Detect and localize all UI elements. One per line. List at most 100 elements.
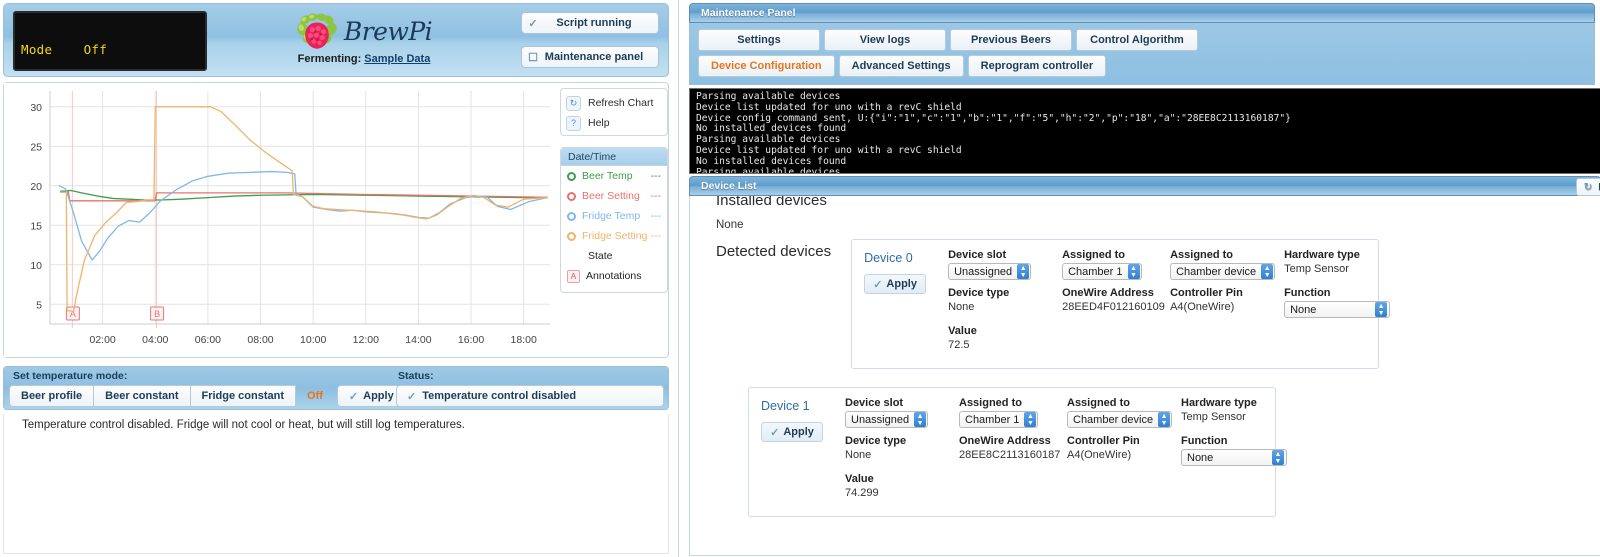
device-0-apply-button[interactable]: ✓ Apply [864,274,927,294]
device-1-hardware-label: Hardware type [1181,397,1257,409]
device-1-type-value: None [845,449,872,461]
device-1-type-cell: Device type None [845,435,959,466]
temperature-mode-buttons: Beer profile Beer constant Fridge consta… [9,385,406,407]
fermenting-label: Fermenting: [297,53,362,65]
log-console[interactable]: Parsing available devices Device list up… [689,88,1600,174]
device-1-apply-button[interactable]: ✓ Apply [761,422,823,442]
device-list-title-bar: Device List ↻ Refresh [689,176,1600,196]
fridge-setting-swatch-icon [567,231,576,241]
device-0-fields: Device slot Unassigned ▲ ▼ Assigned to C… [948,249,1396,358]
device-0-assigned1-cell: Assigned to Chamber 1 ▲ ▼ [1062,249,1170,280]
tab-view-logs[interactable]: View logs [824,29,946,51]
legend-value: --- [650,190,662,202]
svg-text:08:00: 08:00 [247,334,273,346]
device-0-value-cell: Value 72.5 [948,325,1062,351]
legend-value: --- [650,170,662,182]
device-0-left: Device 0 ✓ Apply [864,249,948,358]
lcd-line-mode: Mode Off [21,42,108,58]
legend-item-fridge-setting[interactable]: Fridge Setting --- [561,226,667,246]
device-0-function-select[interactable]: None ▲ ▼ [1284,301,1391,318]
maintenance-panel-button[interactable]: ☐ Maintenance panel [521,46,659,68]
device-1-assigned1-cell: Assigned to Chamber 1 ▲ ▼ [959,397,1067,428]
device-card-0: Device 0 ✓ Apply Device slot Unassigned … [851,239,1391,369]
device-0-id: Device 0 [864,251,913,265]
set-temp-mode-label: Set temperature mode: [13,370,128,382]
tab-advanced-settings[interactable]: Advanced Settings [838,55,964,77]
device-1-onewire-value: 28EE8C2113160187 [959,449,1061,461]
beer-profile-button[interactable]: Beer profile [9,385,95,407]
beer-constant-button[interactable]: Beer constant [93,385,191,407]
beer-temp-swatch-icon [567,171,576,181]
fridge-constant-button[interactable]: Fridge constant [189,385,297,407]
device-1-slot-value: Unassigned [851,413,910,426]
svg-text:B: B [154,309,160,319]
check-icon: ✓ [348,390,359,403]
maintenance-tab-row-2: Device Configuration Advanced Settings R… [698,55,1586,77]
fridge-temp-swatch-icon [567,211,576,221]
device-0-apply-label: Apply [886,278,917,290]
svg-text:14:00: 14:00 [405,334,431,346]
legend-header-datetime: Date/Time [561,148,667,166]
svg-text:10: 10 [30,260,42,272]
chevron-updown-icon: ▲ ▼ [1375,302,1388,317]
device-1-assigned1-select[interactable]: Chamber 1 ▲ ▼ [959,411,1039,428]
device-1-slot-select[interactable]: Unassigned ▲ ▼ [845,411,929,428]
refresh-chart-button[interactable]: ↻ Refresh Chart [566,93,662,113]
device-0-slot-cell: Device slot Unassigned ▲ ▼ [948,249,1062,280]
script-running-button[interactable]: ✓ Script running [521,12,659,34]
device-0-pin-label: Controller Pin [1170,287,1243,299]
svg-text:18:00: 18:00 [511,334,537,346]
chart-panel: 5 10 15 20 25 30 02:00 04:00 06:00 08:00 10:00 12:0… [3,82,669,358]
installed-devices-heading: Installed devices [716,196,827,209]
device-1-assigned2-select[interactable]: Chamber device ▲ ▼ [1067,411,1173,428]
temperature-chart[interactable]: 5 10 15 20 25 30 02:00 04:00 06:00 08:00 10:00 12:0… [4,83,558,357]
fermenting-beer-link[interactable]: Sample Data [364,53,430,65]
svg-text:04:00: 04:00 [142,334,168,346]
legend-label: Fridge Setting [582,230,648,242]
svg-text:15: 15 [30,220,42,232]
off-mode-indicator[interactable]: Off [295,385,335,407]
help-button[interactable]: ? Help [566,113,662,133]
device-1-type-label: Device type [845,435,907,447]
device-1-assigned2-label: Assigned to [1067,397,1130,409]
brand-name: BrewPi [343,16,433,46]
device-1-assigned2-cell: Assigned to Chamber device ▲ ▼ [1067,397,1181,428]
lcd-display: Mode Off Beer --.- --.- °F Fridge --.- -… [13,11,207,71]
svg-text:06:00: 06:00 [195,334,221,346]
device-0-assigned2-select[interactable]: Chamber device ▲ ▼ [1170,263,1276,280]
legend-item-beer-temp[interactable]: Beer Temp --- [561,166,667,186]
device-1-value-value: 74.299 [845,487,879,499]
device-1-slot-label: Device slot [845,397,904,409]
tab-reprogram-controller[interactable]: Reprogram controller [967,55,1107,77]
beer-setting-swatch-icon [567,191,576,201]
device-1-value-label: Value [845,473,874,485]
device-0-pin-value: A4(OneWire) [1170,301,1235,313]
device-1-function-cell: Function None ▲ ▼ [1181,435,1293,466]
legend-item-fridge-temp[interactable]: Fridge Temp --- [561,206,667,226]
refresh-device-list-button[interactable]: ↻ Refresh [1576,178,1600,196]
device-1-function-select[interactable]: None ▲ ▼ [1181,449,1287,466]
status-label: Status: [398,370,434,382]
check-icon: ✓ [873,278,883,291]
tab-control-algorithm[interactable]: Control Algorithm [1076,29,1198,51]
legend-item-state[interactable]: State [561,246,667,266]
tab-previous-beers[interactable]: Previous Beers [950,29,1072,51]
device-0-assigned1-select[interactable]: Chamber 1 ▲ ▼ [1062,263,1142,280]
legend-item-annotations[interactable]: A Annotations [561,266,667,286]
refresh-chart-label: Refresh Chart [588,97,654,109]
tab-device-configuration[interactable]: Device Configuration [698,55,835,77]
check-icon: ✓ [407,390,417,403]
device-1-pin-label: Controller Pin [1067,435,1140,447]
legend-label: Fridge Temp [582,210,641,222]
device-0-function-value: None [1290,303,1317,316]
chart-legend: Date/Time Beer Temp --- Beer Setting ---… [560,147,668,293]
legend-item-beer-setting[interactable]: Beer Setting --- [561,186,667,206]
device-0-slot-select[interactable]: Unassigned ▲ ▼ [948,263,1032,280]
installed-devices-none: None [716,219,744,231]
legend-label: Beer Temp [582,170,633,182]
device-1-assigned1-value: Chamber 1 [965,413,1020,426]
maintenance-right-column: Maintenance Panel Settings View logs Pre… [678,0,1600,557]
device-1-pin-cell: Controller Pin A4(OneWire) [1067,435,1181,466]
chart-canvas: 5 10 15 20 25 30 02:00 04:00 06:00 08:00 10:00 12:0… [4,83,558,357]
tab-settings[interactable]: Settings [698,29,820,51]
